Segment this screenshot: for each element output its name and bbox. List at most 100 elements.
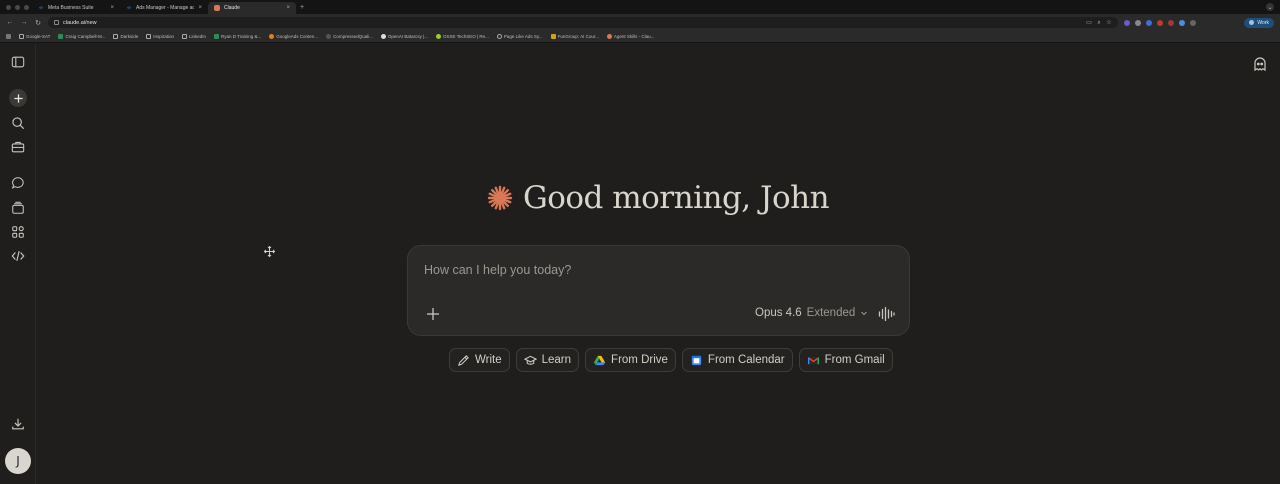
- profile-button[interactable]: Work: [1244, 17, 1274, 28]
- briefcase-icon: [11, 141, 25, 153]
- bookmark-item[interactable]: LinkedIn: [181, 34, 206, 39]
- from-calendar-chip[interactable]: From Calendar: [681, 348, 793, 372]
- bookmark-label: Page Like Ads Sy...: [503, 34, 543, 39]
- browser-tab-meta-business[interactable]: ∞ Meta Business Suite ×: [32, 2, 120, 14]
- chip-label: From Calendar: [707, 354, 785, 366]
- address-bar[interactable]: claude.ai/new ▭ ⌕ ☆: [48, 17, 1118, 28]
- greeting: Good morning, John: [0, 180, 1280, 216]
- tab-title: Claude: [224, 5, 240, 11]
- github-icon: [380, 34, 386, 39]
- folder-icon: [146, 34, 152, 39]
- site-icon: [326, 34, 332, 39]
- close-tab-icon[interactable]: ×: [198, 5, 202, 11]
- gmail-icon: [807, 356, 819, 364]
- greeting-text: Good morning, John: [522, 180, 830, 216]
- browser-tab-claude[interactable]: Claude ×: [208, 2, 296, 14]
- bookmark-item[interactable]: Page Like Ads Sy...: [496, 34, 543, 39]
- window-controls: [0, 4, 32, 10]
- incognito-chat-button[interactable]: [1252, 56, 1268, 72]
- toggle-sidebar-button[interactable]: [8, 52, 28, 72]
- model-selector[interactable]: Opus 4.6 Extended: [755, 307, 868, 319]
- bookmark-label: Agent Skills - Clau...: [613, 34, 655, 39]
- bookmark-label: FunGroup: AI Cour...: [557, 34, 599, 39]
- meta-icon: ∞: [39, 5, 43, 11]
- search-icon: [12, 117, 25, 130]
- bookmark-item[interactable]: OSSE TechSEO | Re...: [436, 34, 489, 39]
- download-icon: [12, 418, 24, 430]
- bookmark-label: GoogleAds Conten...: [276, 34, 319, 39]
- search-button[interactable]: [8, 113, 28, 133]
- projects-button[interactable]: [8, 137, 28, 157]
- avatar-initial: J: [16, 454, 20, 468]
- learn-chip[interactable]: Learn: [515, 348, 580, 372]
- bookmark-item[interactable]: Craig Campbell-M...: [58, 34, 105, 39]
- site-info-icon[interactable]: [54, 20, 59, 25]
- site-icon: [496, 34, 502, 39]
- zoom-icon[interactable]: ⌕: [1096, 20, 1102, 26]
- message-input[interactable]: How can I help you today?: [424, 263, 571, 277]
- from-drive-chip[interactable]: From Drive: [585, 348, 676, 372]
- code-button[interactable]: [8, 246, 28, 266]
- new-chat-circle: [9, 89, 27, 107]
- forward-arrow-icon[interactable]: →: [20, 19, 28, 26]
- chip-label: From Gmail: [824, 354, 885, 366]
- chip-label: Learn: [541, 354, 572, 366]
- bookmark-item[interactable]: Agent Skills - Clau...: [606, 34, 655, 39]
- close-tab-icon[interactable]: ×: [110, 5, 114, 11]
- site-icon: [550, 34, 556, 39]
- customize-button[interactable]: [8, 222, 28, 242]
- from-gmail-chip[interactable]: From Gmail: [798, 348, 893, 372]
- download-app-button[interactable]: [8, 414, 28, 434]
- bookmark-item[interactable]: OpenAI Batarcsy |...: [380, 34, 428, 39]
- graduation-cap-icon: [523, 355, 537, 365]
- extension-icon[interactable]: [1168, 19, 1174, 26]
- chat-composer[interactable]: How can I help you today? Opus 4.6 Exten…: [407, 245, 910, 336]
- bookmark-item[interactable]: Google-SAT: [19, 34, 50, 39]
- extensions-area: [1124, 19, 1196, 26]
- bookmark-item[interactable]: GoogleAds Conten...: [269, 34, 318, 39]
- bookmark-label: Ryan D Training &...: [221, 34, 262, 39]
- apps-grid-icon[interactable]: [6, 34, 11, 39]
- close-tab-icon[interactable]: ×: [286, 5, 290, 11]
- new-tab-button[interactable]: +: [296, 4, 304, 11]
- extension-icon[interactable]: [1124, 19, 1130, 26]
- plus-icon: [13, 93, 23, 103]
- attach-button[interactable]: [424, 305, 442, 323]
- new-chat-button[interactable]: [8, 88, 28, 108]
- maximize-window-button[interactable]: [24, 4, 29, 10]
- grid-icon: [12, 226, 24, 238]
- code-icon: [11, 251, 25, 261]
- bookmark-label: OSSE TechSEO | Re...: [443, 34, 489, 39]
- reload-icon[interactable]: ↻: [34, 19, 42, 27]
- plus-icon: [427, 308, 439, 320]
- bookmark-item[interactable]: Darkside: [113, 34, 138, 39]
- voice-mode-button[interactable]: [878, 306, 895, 322]
- bookmark-item[interactable]: FunGroup: AI Cour...: [550, 34, 599, 39]
- back-arrow-icon[interactable]: ←: [6, 19, 14, 26]
- browser-tab-strip: ∞ Meta Business Suite × ∞ Ads Manager - …: [0, 0, 1280, 14]
- bookmark-item[interactable]: Inspiration: [146, 34, 174, 39]
- extension-icon[interactable]: [1179, 19, 1185, 26]
- write-chip[interactable]: Write: [449, 348, 510, 372]
- extension-icon[interactable]: [1157, 19, 1163, 26]
- site-icon: [269, 34, 275, 39]
- bookmark-item[interactable]: Ryan D Training &...: [214, 34, 261, 39]
- pencil-icon: [458, 354, 469, 366]
- site-icon: [436, 34, 442, 39]
- extension-icon[interactable]: [1135, 19, 1141, 26]
- browser-toolbar: ← → ↻ claude.ai/new ▭ ⌕ ☆ Work: [0, 14, 1280, 31]
- waveform-icon: [878, 306, 895, 322]
- bookmark-item[interactable]: CompressedQuali...: [326, 34, 373, 39]
- extension-icon[interactable]: [1190, 19, 1196, 26]
- browser-tab-ads-manager[interactable]: ∞ Ads Manager - Manage ads ... ×: [120, 2, 208, 14]
- avatar[interactable]: J: [5, 448, 31, 474]
- extension-icon[interactable]: [1146, 19, 1152, 26]
- cast-icon[interactable]: ▭: [1086, 20, 1092, 26]
- tab-search-icon[interactable]: ⌄: [1266, 3, 1274, 11]
- bookmark-label: Craig Campbell-M...: [65, 34, 106, 39]
- bookmark-label: LinkedIn: [188, 34, 206, 39]
- close-window-button[interactable]: [6, 4, 11, 10]
- bookmark-star-icon[interactable]: ☆: [1106, 20, 1112, 26]
- model-mode: Extended: [806, 307, 856, 319]
- minimize-window-button[interactable]: [15, 4, 20, 10]
